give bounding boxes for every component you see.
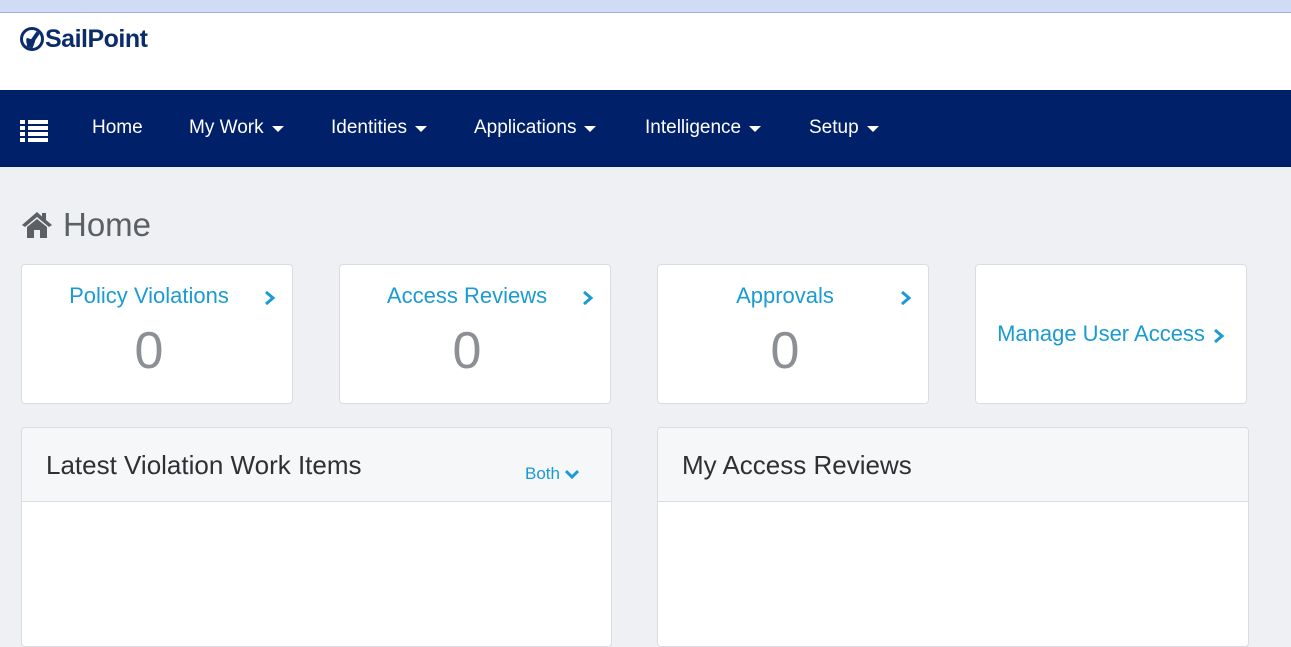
chevron-down-icon <box>565 469 579 479</box>
panel-title: Latest Violation Work Items <box>46 450 362 480</box>
nav-item-intelligence[interactable]: Intelligence <box>645 115 762 141</box>
caret-down-icon <box>584 126 597 132</box>
nav-item-label: Setup <box>809 117 859 138</box>
card-title: Manage User Access <box>997 321 1205 346</box>
nav-item-home[interactable]: Home <box>92 115 143 141</box>
sailpoint-logo[interactable]: SailPoint <box>20 24 148 54</box>
chevron-right-icon <box>901 291 912 305</box>
filter-label: Both <box>525 464 560 483</box>
panel-header: My Access Reviews <box>658 428 1248 502</box>
chevron-right-icon <box>1213 329 1225 343</box>
list-icon[interactable] <box>20 120 48 142</box>
chevron-right-icon <box>265 291 276 305</box>
latest-violation-work-items-panel: Latest Violation Work Items Both <box>21 427 612 647</box>
nav-item-label: Home <box>92 117 143 138</box>
nav-item-label: Identities <box>331 117 408 138</box>
brand-bar <box>0 13 1291 90</box>
card-count: 0 <box>452 322 482 380</box>
nav-item-my-work[interactable]: My Work <box>189 115 284 141</box>
access-reviews-card[interactable]: Access Reviews 0 <box>339 264 611 404</box>
nav-item-applications[interactable]: Applications <box>474 115 597 141</box>
approvals-card[interactable]: Approvals 0 <box>657 264 929 404</box>
manage-user-access-card[interactable]: Manage User Access <box>975 264 1247 404</box>
browser-top-strip <box>0 0 1291 13</box>
caret-down-icon <box>271 126 284 132</box>
caret-down-icon <box>866 126 879 132</box>
caret-down-icon <box>749 126 762 132</box>
my-access-reviews-panel: My Access Reviews <box>657 427 1249 647</box>
home-icon <box>22 212 52 238</box>
panel-header: Latest Violation Work Items Both <box>22 428 611 502</box>
card-count: 0 <box>770 322 800 380</box>
nav-item-label: My Work <box>189 117 264 138</box>
nav-item-label: Intelligence <box>645 117 742 138</box>
page-title: Home <box>21 205 151 245</box>
nav-item-setup[interactable]: Setup <box>809 115 879 141</box>
nav-item-label: Applications <box>474 117 577 138</box>
page-title-text: Home <box>63 206 152 243</box>
filter-dropdown[interactable]: Both <box>525 464 579 484</box>
panel-title: My Access Reviews <box>682 450 912 480</box>
chevron-right-icon <box>583 291 594 305</box>
sailpoint-logo-icon <box>20 27 44 51</box>
card-title: Access Reviews <box>386 283 548 308</box>
policy-violations-card[interactable]: Policy Violations 0 <box>21 264 293 404</box>
caret-down-icon <box>415 126 428 132</box>
logo-text: SailPoint <box>45 24 148 53</box>
card-title: Approvals <box>736 283 834 308</box>
nav-item-identities[interactable]: Identities <box>331 115 428 141</box>
card-count: 0 <box>134 322 164 380</box>
card-title: Policy Violations <box>69 283 229 308</box>
